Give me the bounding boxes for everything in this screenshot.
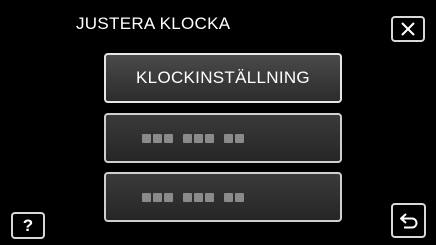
- close-button[interactable]: [391, 16, 425, 42]
- clock-setting-button[interactable]: KLOCKINSTÄLLNING: [104, 53, 342, 103]
- back-button[interactable]: [391, 203, 426, 238]
- help-icon: ?: [22, 216, 34, 235]
- back-arrow-icon: [399, 212, 417, 228]
- help-button[interactable]: ?: [11, 212, 45, 239]
- close-icon: [401, 22, 415, 36]
- clock-setting-label: KLOCKINSTÄLLNING: [136, 68, 310, 87]
- disabled-menu-button-1[interactable]: [104, 113, 342, 163]
- blurred-label-placeholder: [142, 133, 244, 143]
- disabled-menu-button-2[interactable]: [104, 172, 342, 222]
- page-title: JUSTERA KLOCKA: [76, 14, 231, 33]
- clock-settings-screen: JUSTERA KLOCKA KLOCKINSTÄLLNING ?: [0, 0, 436, 245]
- blurred-label-placeholder: [142, 192, 244, 202]
